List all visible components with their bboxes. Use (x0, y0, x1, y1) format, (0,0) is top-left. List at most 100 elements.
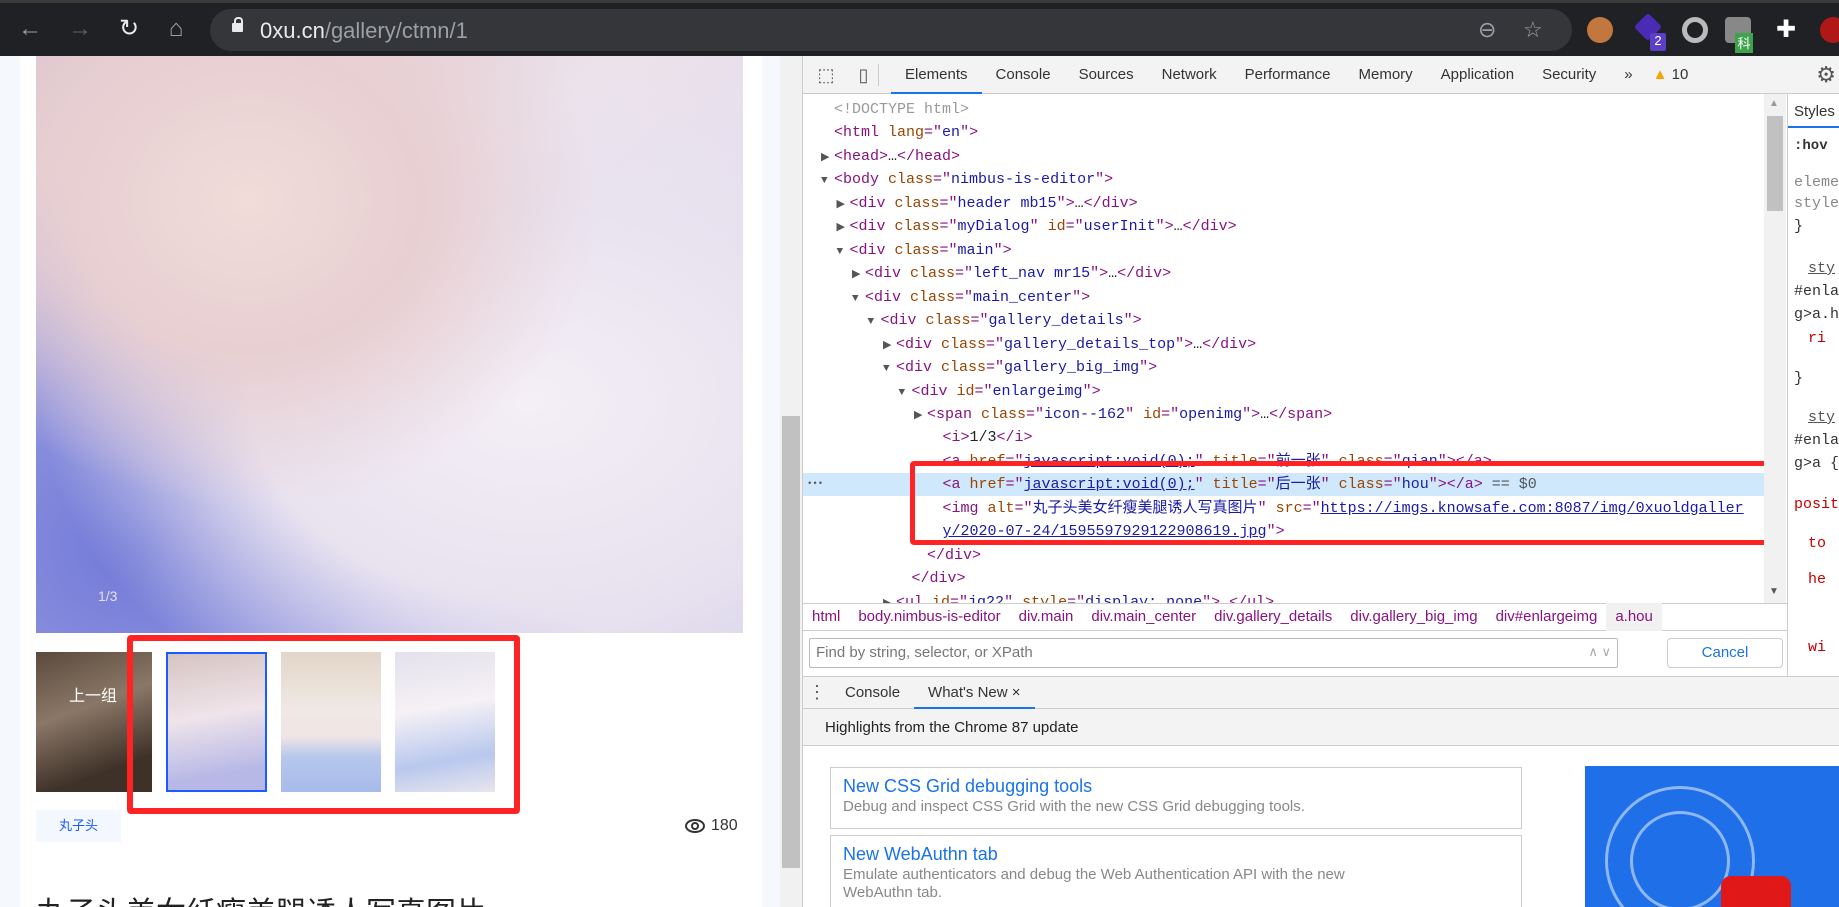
tab-network[interactable]: Network (1148, 56, 1231, 94)
collapse-triangle-icon[interactable]: ▼ (852, 288, 865, 311)
drawer-tab-console[interactable]: Console (831, 677, 914, 709)
breadcrumb-item[interactable]: div#enlargeimg (1487, 603, 1607, 631)
forward-icon[interactable]: → (66, 15, 94, 43)
lock-icon[interactable] (232, 17, 243, 32)
tab-performance[interactable]: Performance (1231, 56, 1345, 94)
find-prev-next-arrows[interactable]: ∧ ∨ (1588, 644, 1611, 660)
hov-toggle[interactable]: :hov (1794, 138, 1828, 154)
collapse-triangle-icon[interactable]: ▼ (868, 311, 881, 334)
styles-tab[interactable]: Styles (1794, 103, 1835, 120)
back-icon[interactable]: ← (16, 15, 44, 43)
expand-triangle-icon[interactable]: ▶ (852, 264, 865, 287)
whats-new-label: What's New (928, 683, 1008, 701)
dom-node[interactable]: </div> (803, 544, 1764, 567)
breadcrumb-item[interactable]: div.gallery_details (1205, 603, 1341, 631)
dom-node[interactable]: <!DOCTYPE html> (803, 98, 1764, 121)
settings-gear-icon[interactable]: ⚙ (1816, 62, 1836, 88)
breadcrumb-item[interactable]: div.main (1010, 603, 1083, 631)
dom-node[interactable]: ▶ <div class="gallery_details_top">…</div… (803, 333, 1764, 356)
expand-triangle-icon[interactable]: ▶ (883, 335, 896, 358)
page-scrollbar[interactable] (780, 56, 802, 907)
profile-avatar[interactable] (1820, 17, 1839, 43)
tab-console[interactable]: Console (982, 56, 1065, 94)
tab-security[interactable]: Security (1528, 56, 1610, 94)
code-token: =" (986, 335, 1005, 353)
play-video-icon[interactable] (1721, 876, 1791, 907)
dom-node[interactable]: ▼ <div class="gallery_big_img"> (803, 356, 1764, 379)
expand-triangle-icon[interactable]: ▶ (837, 217, 850, 240)
tab-memory[interactable]: Memory (1345, 56, 1427, 94)
code-token: =" (950, 593, 969, 603)
code-token: 1/3 (969, 429, 997, 447)
drawer-menu-icon[interactable]: ⋮ (803, 682, 831, 703)
dom-node[interactable]: <i>1/3</i> (803, 426, 1764, 449)
whats-new-card[interactable]: New WebAuthn tab Emulate authenticators … (830, 835, 1522, 907)
expand-triangle-icon[interactable]: ▶ (914, 405, 927, 428)
tab-elements[interactable]: Elements (891, 56, 982, 94)
drawer-tab-whats-new[interactable]: What's New × (914, 677, 1035, 709)
dom-node[interactable]: ▼ <div class="main_center"> (803, 286, 1764, 309)
dom-node[interactable]: ▶ <div class="left_nav mr15">…</div> (803, 262, 1764, 285)
warnings-counter[interactable]: ▲ 10 (1653, 66, 1689, 83)
close-icon[interactable]: × (1012, 684, 1021, 701)
dom-node[interactable]: ▶ <div class="myDialog" id="userInit">…</… (803, 215, 1764, 238)
scroll-down-icon[interactable]: ▼ (1769, 586, 1779, 597)
extensions-puzzle-icon[interactable]: ✚ (1776, 15, 1796, 44)
card-title[interactable]: New CSS Grid debugging tools (843, 774, 1509, 798)
breadcrumb-item[interactable]: div.gallery_big_img (1341, 603, 1486, 631)
main-gallery-image[interactable]: 1/3 (36, 56, 743, 633)
tab-application[interactable]: Application (1427, 56, 1528, 94)
address-bar[interactable]: 0xu.cn/gallery/ctmn/1 ⊖ ☆ (210, 9, 1572, 51)
device-toolbar-icon[interactable]: ▯ (849, 63, 879, 86)
scroll-up-icon[interactable]: ▲ (1769, 98, 1779, 109)
expand-triangle-icon[interactable]: ▶ (821, 147, 834, 170)
dom-node[interactable]: ▼ <div id="enlargeimg"> (803, 380, 1764, 403)
whats-new-video-thumbnail[interactable] (1585, 766, 1839, 907)
breadcrumb-item[interactable]: a.hou (1606, 603, 1662, 631)
code-token: en (942, 124, 961, 142)
expand-triangle-icon[interactable]: ▶ (883, 593, 896, 603)
dom-node[interactable]: ▼ <div class="main"> (803, 239, 1764, 262)
collapse-triangle-icon[interactable]: ▼ (883, 358, 896, 381)
star-icon[interactable]: ☆ (1523, 17, 1543, 43)
home-icon[interactable]: ⌂ (162, 15, 190, 43)
dom-node[interactable]: ▼ <body class="nimbus-is-editor"> (803, 168, 1764, 191)
expand-triangle-icon[interactable]: ▶ (837, 194, 850, 217)
card-title[interactable]: New WebAuthn tab (843, 842, 1509, 866)
dom-node[interactable]: ▼ <div class="gallery_details"> (803, 309, 1764, 332)
breadcrumb-item[interactable]: html (803, 603, 849, 631)
dom-node[interactable]: <html lang="en"> (803, 121, 1764, 144)
dom-node[interactable]: ▶<ul id="jq22" style="display: none">…</… (803, 591, 1764, 603)
code-token: "> (1139, 359, 1158, 377)
dom-tree-scrollbar[interactable]: ▲ ▼ (1764, 94, 1786, 603)
breadcrumb: html body.nimbus-is-editor div.main div.mai… (803, 603, 1787, 631)
highlights-header: Highlights from the Chrome 87 update (803, 709, 1839, 746)
code-token: <div (849, 194, 895, 212)
collapse-triangle-icon[interactable]: ▼ (899, 382, 912, 405)
breadcrumb-item[interactable]: div.main_center (1082, 603, 1205, 631)
find-input[interactable]: Find by string, selector, or XPath ∧ ∨ (809, 638, 1618, 668)
page-scrollbar-thumb[interactable] (782, 416, 800, 868)
dom-tree-scrollbar-thumb[interactable] (1767, 116, 1783, 211)
collapse-triangle-icon[interactable]: ▼ (837, 241, 850, 264)
breadcrumb-item[interactable]: body.nimbus-is-editor (849, 603, 1009, 631)
cookie-extension-icon[interactable] (1587, 17, 1613, 43)
node-actions-dots[interactable]: ••• (807, 473, 823, 496)
dom-node[interactable]: </div> (803, 567, 1764, 590)
dom-node[interactable]: ▶ <div class="header mb15">…</div> (803, 192, 1764, 215)
reload-icon[interactable]: ↻ (115, 15, 143, 43)
more-tabs-button[interactable]: » (1610, 56, 1646, 94)
tag-badge[interactable]: 丸子头 (36, 810, 121, 842)
dom-node[interactable]: ▶ <span class="icon--162" id="openimg">…<… (803, 403, 1764, 426)
whats-new-card[interactable]: New CSS Grid debugging tools Debug and i… (830, 767, 1522, 829)
ring-extension-icon[interactable] (1682, 17, 1708, 43)
collapse-triangle-icon[interactable]: ▼ (821, 170, 834, 193)
code-token: jq22 (968, 593, 1005, 603)
zoom-out-icon[interactable]: ⊖ (1478, 17, 1496, 43)
inspect-element-icon[interactable]: ⬚ (815, 64, 837, 86)
code-token: </div> (927, 546, 982, 564)
dom-node[interactable]: ▶ <head>…</head> (803, 145, 1764, 168)
cancel-button[interactable]: Cancel (1667, 638, 1783, 668)
tab-sources[interactable]: Sources (1065, 56, 1148, 94)
url-text[interactable]: 0xu.cn/gallery/ctmn/1 (260, 18, 468, 44)
